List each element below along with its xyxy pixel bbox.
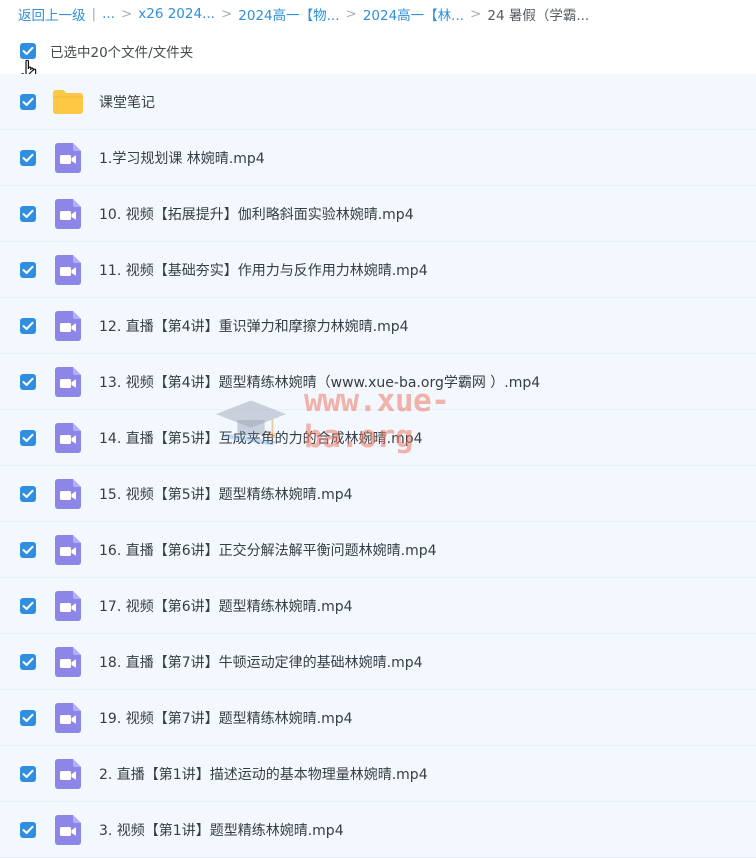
breadcrumb-separator: > (220, 6, 233, 22)
row-checkbox[interactable] (20, 93, 36, 110)
checkmark-icon (22, 153, 34, 162)
file-row[interactable]: 15. 视频【第5讲】题型精练林婉晴.mp4 (0, 466, 756, 522)
breadcrumb-separator: > (120, 6, 133, 22)
file-row[interactable]: 16. 直播【第6讲】正交分解法解平衡问题林婉晴.mp4 (0, 522, 756, 578)
file-row[interactable]: 10. 视频【拓展提升】伽利略斜面实验林婉晴.mp4 (0, 186, 756, 242)
checkmark-icon (22, 825, 34, 834)
checkmark-icon (22, 377, 34, 386)
video-file-icon (52, 758, 84, 790)
checkmark-icon (22, 433, 34, 442)
breadcrumb-back-link[interactable]: 返回上一级 (18, 4, 86, 24)
file-row[interactable]: 11. 视频【基础夯实】作用力与反作用力林婉晴.mp4 (0, 242, 756, 298)
video-file-icon (52, 646, 84, 678)
video-file-icon (52, 590, 84, 622)
breadcrumb-ellipsis[interactable]: ... (102, 6, 115, 22)
video-file-icon (52, 198, 84, 230)
video-file-icon (52, 814, 84, 846)
file-name[interactable]: 1.学习规划课 林婉晴.mp4 (99, 148, 265, 168)
breadcrumb-separator: > (345, 6, 357, 22)
checkmark-icon (22, 265, 34, 274)
file-name[interactable]: 19. 视频【第7讲】题型精练林婉晴.mp4 (99, 708, 353, 728)
video-file-icon (52, 702, 84, 734)
select-all-checkbox[interactable] (20, 43, 36, 59)
file-row[interactable]: 2. 直播【第1讲】描述运动的基本物理量林婉晴.mp4 (0, 746, 756, 802)
breadcrumb-separator: > (470, 6, 482, 22)
breadcrumb-divider: | (91, 6, 97, 22)
row-checkbox[interactable] (20, 317, 36, 334)
file-row[interactable]: 17. 视频【第6讲】题型精练林婉晴.mp4 (0, 578, 756, 634)
checkmark-icon (22, 209, 34, 218)
folder-icon (52, 86, 84, 118)
row-checkbox[interactable] (20, 765, 36, 782)
video-file-icon (52, 254, 84, 286)
file-name[interactable]: 3. 视频【第1讲】题型精练林婉晴.mp4 (99, 820, 344, 840)
file-name[interactable]: 15. 视频【第5讲】题型精练林婉晴.mp4 (99, 484, 353, 504)
file-name[interactable]: 10. 视频【拓展提升】伽利略斜面实验林婉晴.mp4 (99, 204, 414, 224)
breadcrumb: 返回上一级 | ... > x26 2024... > 2024高一【物... … (0, 0, 756, 28)
video-file-icon (52, 478, 84, 510)
file-name[interactable]: 13. 视频【第4讲】题型精练林婉晴（www.xue-ba.org学霸网 ）.m… (99, 372, 540, 392)
video-file-icon (52, 142, 84, 174)
checkmark-icon (22, 713, 34, 722)
breadcrumb-item-2[interactable]: 2024高一【物... (238, 4, 339, 24)
row-checkbox[interactable] (20, 261, 36, 278)
row-checkbox[interactable] (20, 485, 36, 502)
file-row[interactable]: 3. 视频【第1讲】题型精练林婉晴.mp4 (0, 802, 756, 858)
breadcrumb-current: 24 暑假（学霸... (487, 8, 590, 24)
file-name[interactable]: 课堂笔记 (99, 92, 155, 112)
row-checkbox[interactable] (20, 429, 36, 446)
row-checkbox[interactable] (20, 205, 36, 222)
checkmark-icon (22, 769, 34, 778)
checkmark-icon (22, 46, 34, 55)
video-file-icon (52, 534, 84, 566)
file-name[interactable]: 2. 直播【第1讲】描述运动的基本物理量林婉晴.mp4 (99, 764, 428, 784)
row-checkbox[interactable] (20, 821, 36, 838)
file-name[interactable]: 17. 视频【第6讲】题型精练林婉晴.mp4 (99, 596, 353, 616)
file-name[interactable]: 11. 视频【基础夯实】作用力与反作用力林婉晴.mp4 (99, 260, 428, 280)
file-row[interactable]: 1.学习规划课 林婉晴.mp4 (0, 130, 756, 186)
file-row[interactable]: 12. 直播【第4讲】重识弹力和摩擦力林婉晴.mp4 (0, 298, 756, 354)
checkmark-icon (22, 489, 34, 498)
file-name[interactable]: 18. 直播【第7讲】牛顿运动定律的基础林婉晴.mp4 (99, 652, 423, 672)
video-file-icon (52, 422, 84, 454)
file-row[interactable]: 课堂笔记 (0, 74, 756, 130)
row-checkbox[interactable] (20, 597, 36, 614)
file-name[interactable]: 16. 直播【第6讲】正交分解法解平衡问题林婉晴.mp4 (99, 540, 437, 560)
file-row[interactable]: 13. 视频【第4讲】题型精练林婉晴（www.xue-ba.org学霸网 ）.m… (0, 354, 756, 410)
row-checkbox[interactable] (20, 373, 36, 390)
checkmark-icon (22, 657, 34, 666)
file-name[interactable]: 14. 直播【第5讲】互成夹角的力的合成林婉晴.mp4 (99, 428, 423, 448)
file-row[interactable]: 19. 视频【第7讲】题型精练林婉晴.mp4 (0, 690, 756, 746)
selection-bar: 已选中20个文件/文件夹 (0, 28, 756, 74)
video-file-icon (52, 366, 84, 398)
video-file-icon (52, 310, 84, 342)
row-checkbox[interactable] (20, 541, 36, 558)
file-name[interactable]: 12. 直播【第4讲】重识弹力和摩擦力林婉晴.mp4 (99, 316, 409, 336)
checkmark-icon (22, 601, 34, 610)
file-row[interactable]: 14. 直播【第5讲】互成夹角的力的合成林婉晴.mp4 (0, 410, 756, 466)
checkmark-icon (22, 97, 34, 106)
selection-count-label: 已选中20个文件/文件夹 (50, 45, 194, 61)
breadcrumb-item-1[interactable]: x26 2024... (138, 6, 215, 22)
breadcrumb-item-3[interactable]: 2024高一【林... (363, 4, 464, 24)
row-checkbox[interactable] (20, 149, 36, 166)
file-row[interactable]: 18. 直播【第7讲】牛顿运动定律的基础林婉晴.mp4 (0, 634, 756, 690)
row-checkbox[interactable] (20, 653, 36, 670)
checkmark-icon (22, 545, 34, 554)
checkmark-icon (22, 321, 34, 330)
row-checkbox[interactable] (20, 709, 36, 726)
file-list: 课堂笔记 1.学习规划课 林婉晴.mp4 10. 视频【拓展提升】伽利略斜面实验… (0, 74, 756, 858)
